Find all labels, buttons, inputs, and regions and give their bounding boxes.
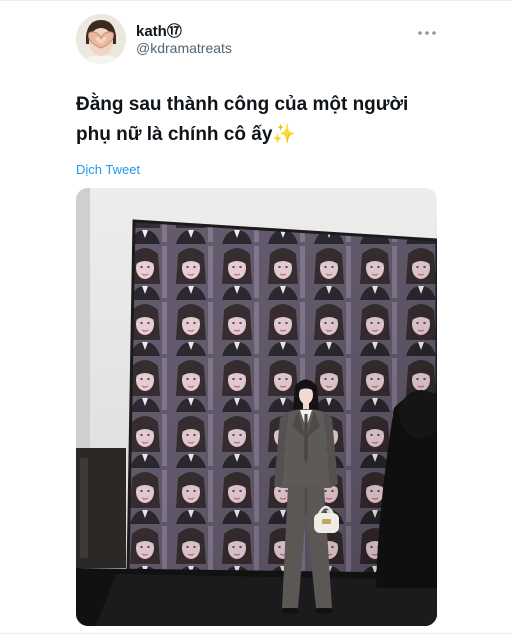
tweet-header: kath⑰ @kdramatreats <box>76 14 440 64</box>
user-handle[interactable]: @kdramatreats <box>136 40 232 56</box>
tweet-text-line: phụ nữ là chính cô ấy✨ <box>76 124 297 145</box>
tweet-text: Đằng sau thành công của một người phụ nữ… <box>76 90 438 150</box>
tweet-text-line: Đằng sau thành công của một người <box>76 94 409 115</box>
media-photo-icon <box>76 188 437 626</box>
display-name[interactable]: kath⑰ <box>136 20 182 41</box>
divider <box>0 633 512 634</box>
avatar[interactable] <box>76 14 126 64</box>
tweet-card: kath⑰ @kdramatreats Đằng sau thành công … <box>0 0 512 640</box>
divider <box>0 0 512 1</box>
avatar-photo-icon <box>76 14 126 64</box>
tweet-media[interactable] <box>76 188 437 626</box>
more-horizontal-icon <box>418 31 436 35</box>
translate-tweet-link[interactable]: Dịch Tweet <box>76 162 140 177</box>
more-options-button[interactable] <box>416 24 438 35</box>
